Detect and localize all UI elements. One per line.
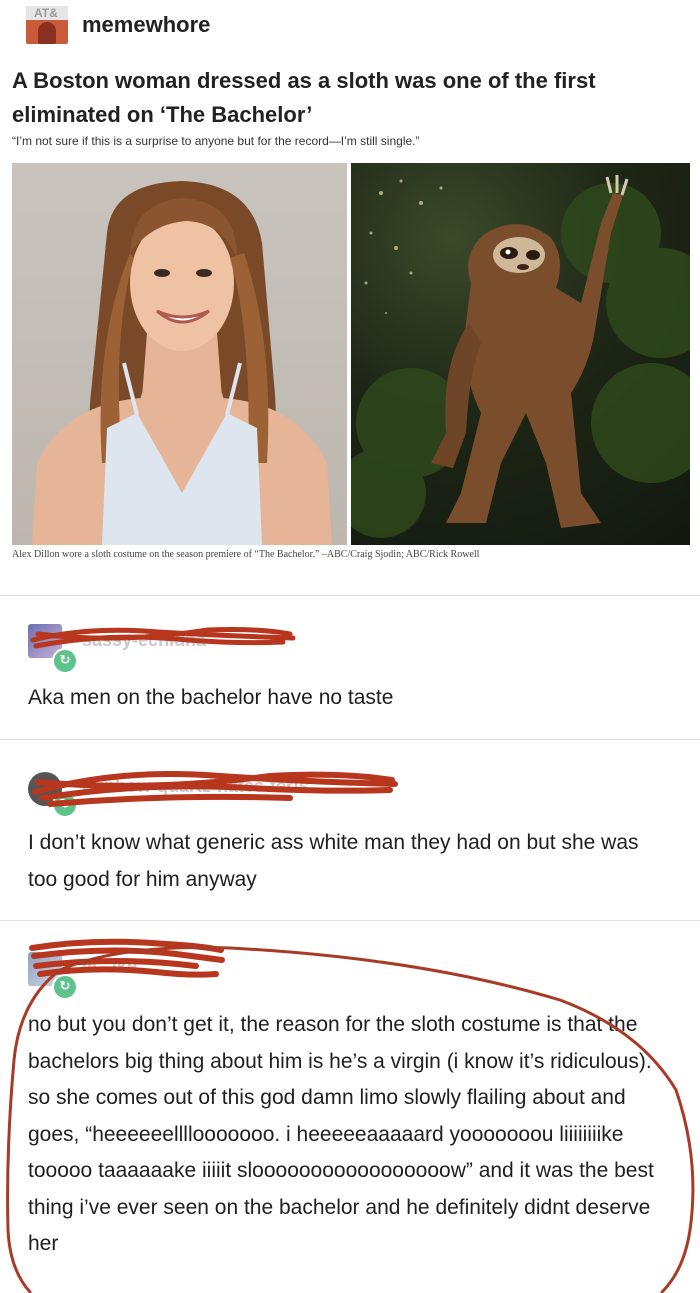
post-username[interactable]: memewhore [82, 12, 210, 38]
woman-photo [12, 163, 347, 545]
divider [0, 920, 700, 921]
divider [0, 595, 700, 596]
circle-annotation [6, 945, 695, 1293]
redaction-scribble [32, 771, 398, 807]
post-header: AT& memewhore [26, 6, 210, 44]
user-avatar[interactable]: AT& [26, 6, 68, 44]
photo-caption: Alex Dillon wore a sloth costume on the … [12, 549, 480, 560]
avatar-figure [38, 22, 56, 44]
article-photos [12, 163, 690, 545]
article-headline: A Boston woman dressed as a sloth was on… [12, 68, 596, 127]
reply-text: I don’t know what generic ass white man … [28, 831, 639, 891]
avatar-tag: AT& [26, 6, 68, 20]
sloth-costume-photo [351, 163, 690, 545]
redaction-scribble [30, 627, 296, 649]
reply-text: Aka men on the bachelor have no taste [28, 686, 394, 709]
divider [0, 739, 700, 740]
article-subhead: “I’m not sure if this is a surprise to a… [12, 134, 420, 148]
